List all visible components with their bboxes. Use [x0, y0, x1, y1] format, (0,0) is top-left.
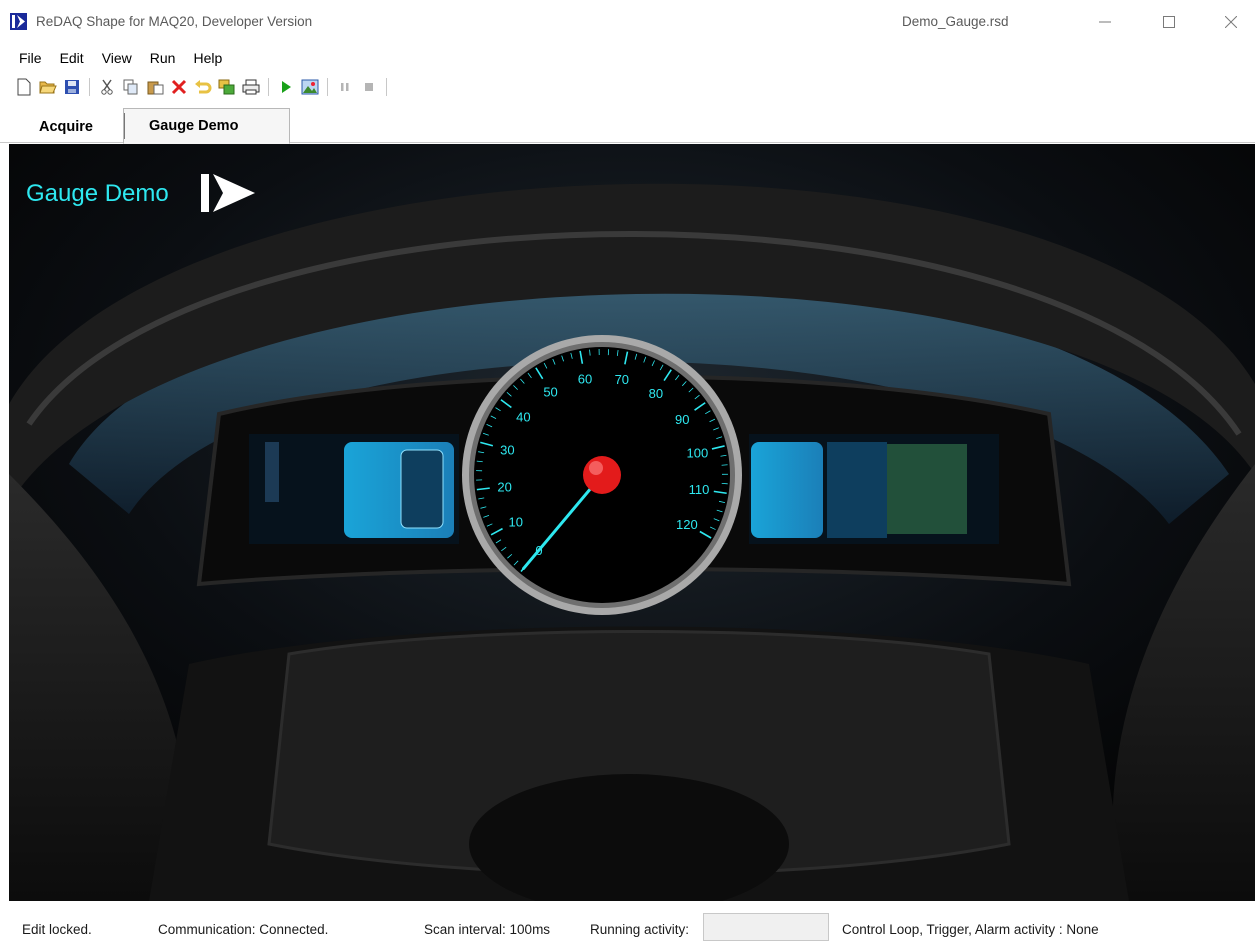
- run-icon: [280, 80, 292, 94]
- tab-acquire[interactable]: Acquire: [14, 111, 118, 143]
- cut-icon: [100, 79, 114, 95]
- copy-button[interactable]: [121, 77, 141, 97]
- toolbar-separator: [327, 78, 328, 96]
- tab-gauge-demo[interactable]: Gauge Demo: [123, 108, 290, 144]
- speed-gauge: 0102030405060708090100110120: [457, 330, 747, 620]
- image-icon: [301, 79, 319, 95]
- tab-strip: Acquire Gauge Demo: [0, 103, 1255, 143]
- gauge-tick-label: 40: [516, 409, 530, 424]
- menu-help[interactable]: Help: [184, 50, 231, 66]
- gauge-cap-highlight: [589, 461, 603, 475]
- save-button[interactable]: [62, 77, 82, 97]
- toolbar: [0, 72, 1255, 102]
- paste-icon: [147, 79, 164, 95]
- gauge-tick-label: 50: [543, 385, 557, 400]
- menu-run[interactable]: Run: [141, 50, 185, 66]
- gauge-tick-label: 10: [509, 515, 523, 530]
- save-icon: [64, 79, 80, 95]
- new-icon: [16, 78, 32, 96]
- pause-icon: [339, 81, 351, 93]
- delete-button[interactable]: [169, 77, 189, 97]
- maximize-button[interactable]: [1146, 6, 1192, 38]
- status-running-activity: Running activity:: [590, 922, 689, 937]
- maximize-icon: [1163, 16, 1175, 28]
- minimize-icon: [1099, 16, 1111, 28]
- gauge-needle-cap: [583, 456, 621, 494]
- document-title: Demo_Gauge.rsd: [902, 14, 1009, 29]
- print-icon: [242, 79, 260, 95]
- duplicate-button[interactable]: [217, 77, 237, 97]
- toolbar-separator: [268, 78, 269, 96]
- close-icon: [1225, 16, 1237, 28]
- toolbar-separator: [386, 78, 387, 96]
- pause-button[interactable]: [335, 77, 355, 97]
- status-communication: Communication: Connected.: [158, 922, 328, 937]
- undo-icon: [194, 79, 212, 95]
- cut-button[interactable]: [97, 77, 117, 97]
- menu-edit[interactable]: Edit: [51, 50, 93, 66]
- stop-icon: [363, 81, 375, 93]
- app-title: ReDAQ Shape for MAQ20, Developer Version: [36, 14, 312, 29]
- canvas-title: Gauge Demo: [26, 180, 169, 208]
- gauge-tick-label: 110: [689, 482, 710, 497]
- close-button[interactable]: [1208, 6, 1254, 38]
- gauge-tick-label: 70: [615, 372, 629, 387]
- gauge-tick-label: 80: [649, 386, 663, 401]
- tab-gauge-demo-label: Gauge Demo: [149, 118, 238, 134]
- menu-view[interactable]: View: [93, 50, 141, 66]
- print-button[interactable]: [241, 77, 261, 97]
- gauge-tick-label: 30: [500, 443, 514, 458]
- title-bar: ReDAQ Shape for MAQ20, Developer Version…: [0, 0, 1255, 44]
- status-control-loop: Control Loop, Trigger, Alarm activity : …: [842, 922, 1099, 937]
- copy-icon: [123, 79, 139, 95]
- gauge-tick-label: 20: [497, 479, 511, 494]
- gauge-tick-label: 120: [676, 517, 698, 532]
- open-icon: [39, 79, 57, 95]
- status-bar: Edit locked. Communication: Connected. S…: [0, 902, 1255, 939]
- undo-button[interactable]: [193, 77, 213, 97]
- duplicate-icon: [218, 79, 236, 95]
- toolbar-separator: [89, 78, 90, 96]
- open-button[interactable]: [38, 77, 58, 97]
- menu-bar: File Edit View Run Help: [0, 44, 1255, 71]
- status-scan-interval: Scan interval: 100ms: [424, 922, 550, 937]
- delete-icon: [171, 79, 187, 95]
- gauge-canvas: Gauge Demo 0102030405060708090100110120: [9, 144, 1255, 901]
- menu-file[interactable]: File: [10, 50, 51, 66]
- new-button[interactable]: [14, 77, 34, 97]
- gauge-tick-label: 60: [578, 371, 592, 386]
- status-edit: Edit locked.: [22, 922, 92, 937]
- image-button[interactable]: [300, 77, 320, 97]
- running-activity-indicator: [703, 913, 829, 941]
- stop-button[interactable]: [359, 77, 379, 97]
- minimize-button[interactable]: [1082, 6, 1128, 38]
- run-button[interactable]: [276, 77, 296, 97]
- gauge-tick-label: 90: [675, 412, 689, 427]
- paste-button[interactable]: [145, 77, 165, 97]
- brand-logo-icon: [199, 170, 259, 214]
- gauge-tick-label: 100: [687, 445, 709, 460]
- app-logo-icon: [10, 13, 27, 30]
